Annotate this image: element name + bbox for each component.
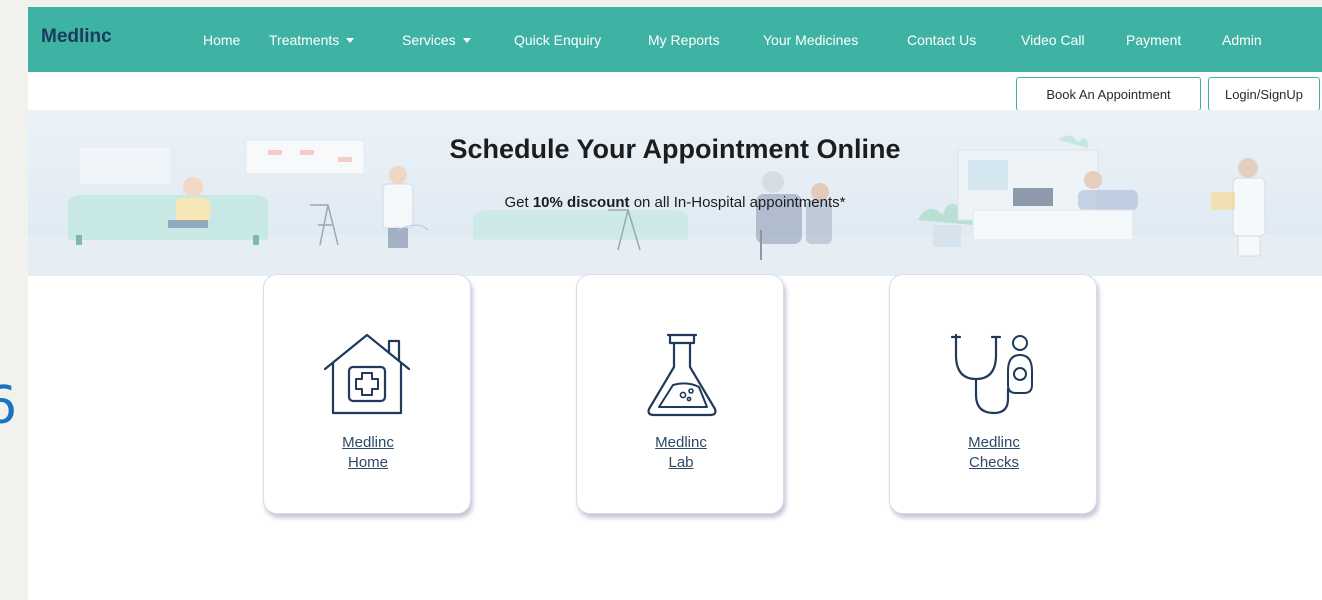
book-appointment-button[interactable]: Book An Appointment (1016, 77, 1201, 111)
navbar: Medlinc Home Treatments Services Quick E… (28, 7, 1322, 72)
banner-title: Schedule Your Appointment Online (449, 134, 901, 164)
banner-sub-suffix: on all In-Hospital appointments* (629, 194, 846, 211)
caret-down-icon (462, 38, 471, 43)
banner-sub-prefix: Get (504, 194, 533, 211)
stethoscope-icon (950, 333, 1033, 415)
left-edge-strip: 6 (0, 0, 28, 600)
card-checks-line1: Medlinc (968, 434, 1020, 451)
nav-admin[interactable]: Admin (1222, 32, 1262, 48)
brand-logo[interactable]: Medlinc (41, 26, 112, 48)
banner-subtitle: Get 10% discount on all In-Hospital appo… (28, 194, 1322, 211)
page: Medlinc Home Treatments Services Quick E… (28, 7, 1322, 600)
caret-down-icon (346, 38, 355, 43)
card-lab-line2: Lab (668, 454, 694, 471)
hero-banner: Schedule Your Appointment Online Get 10%… (28, 110, 1322, 276)
house-plus-icon (323, 333, 411, 415)
flask-icon (647, 333, 717, 417)
nav-home[interactable]: Home (203, 32, 240, 48)
nav-your-medicines[interactable]: Your Medicines (763, 32, 858, 48)
nav-services-dropdown[interactable]: Services (402, 32, 471, 48)
nav-video-call[interactable]: Video Call (1021, 32, 1085, 48)
card-checks-line2: Checks (968, 454, 1020, 471)
card-home-line2: Home (347, 454, 388, 471)
card-medlinc-home[interactable]: Medlinc Home (263, 274, 471, 514)
nav-services-label: Services (402, 32, 456, 48)
nav-treatments-label: Treatments (269, 32, 340, 48)
login-signup-button[interactable]: Login/SignUp (1208, 77, 1320, 111)
nav-contact-us[interactable]: Contact Us (907, 32, 976, 48)
card-medlinc-checks[interactable]: Medlinc Checks (889, 274, 1097, 514)
nav-payment[interactable]: Payment (1126, 32, 1181, 48)
card-lab-line1: Medlinc (655, 434, 707, 451)
nav-my-reports[interactable]: My Reports (648, 32, 720, 48)
card-home-line1: Medlinc (342, 434, 394, 451)
card-home-label: Medlinc Home (264, 433, 472, 473)
edge-text-fragment: 6 (0, 376, 18, 436)
nav-treatments-dropdown[interactable]: Treatments (269, 32, 355, 48)
banner-discount-text: 10% discount (532, 194, 630, 211)
nav-quick-enquiry[interactable]: Quick Enquiry (514, 32, 601, 48)
card-checks-label: Medlinc Checks (890, 433, 1098, 473)
card-lab-label: Medlinc Lab (577, 433, 785, 473)
card-medlinc-lab[interactable]: Medlinc Lab (576, 274, 784, 514)
